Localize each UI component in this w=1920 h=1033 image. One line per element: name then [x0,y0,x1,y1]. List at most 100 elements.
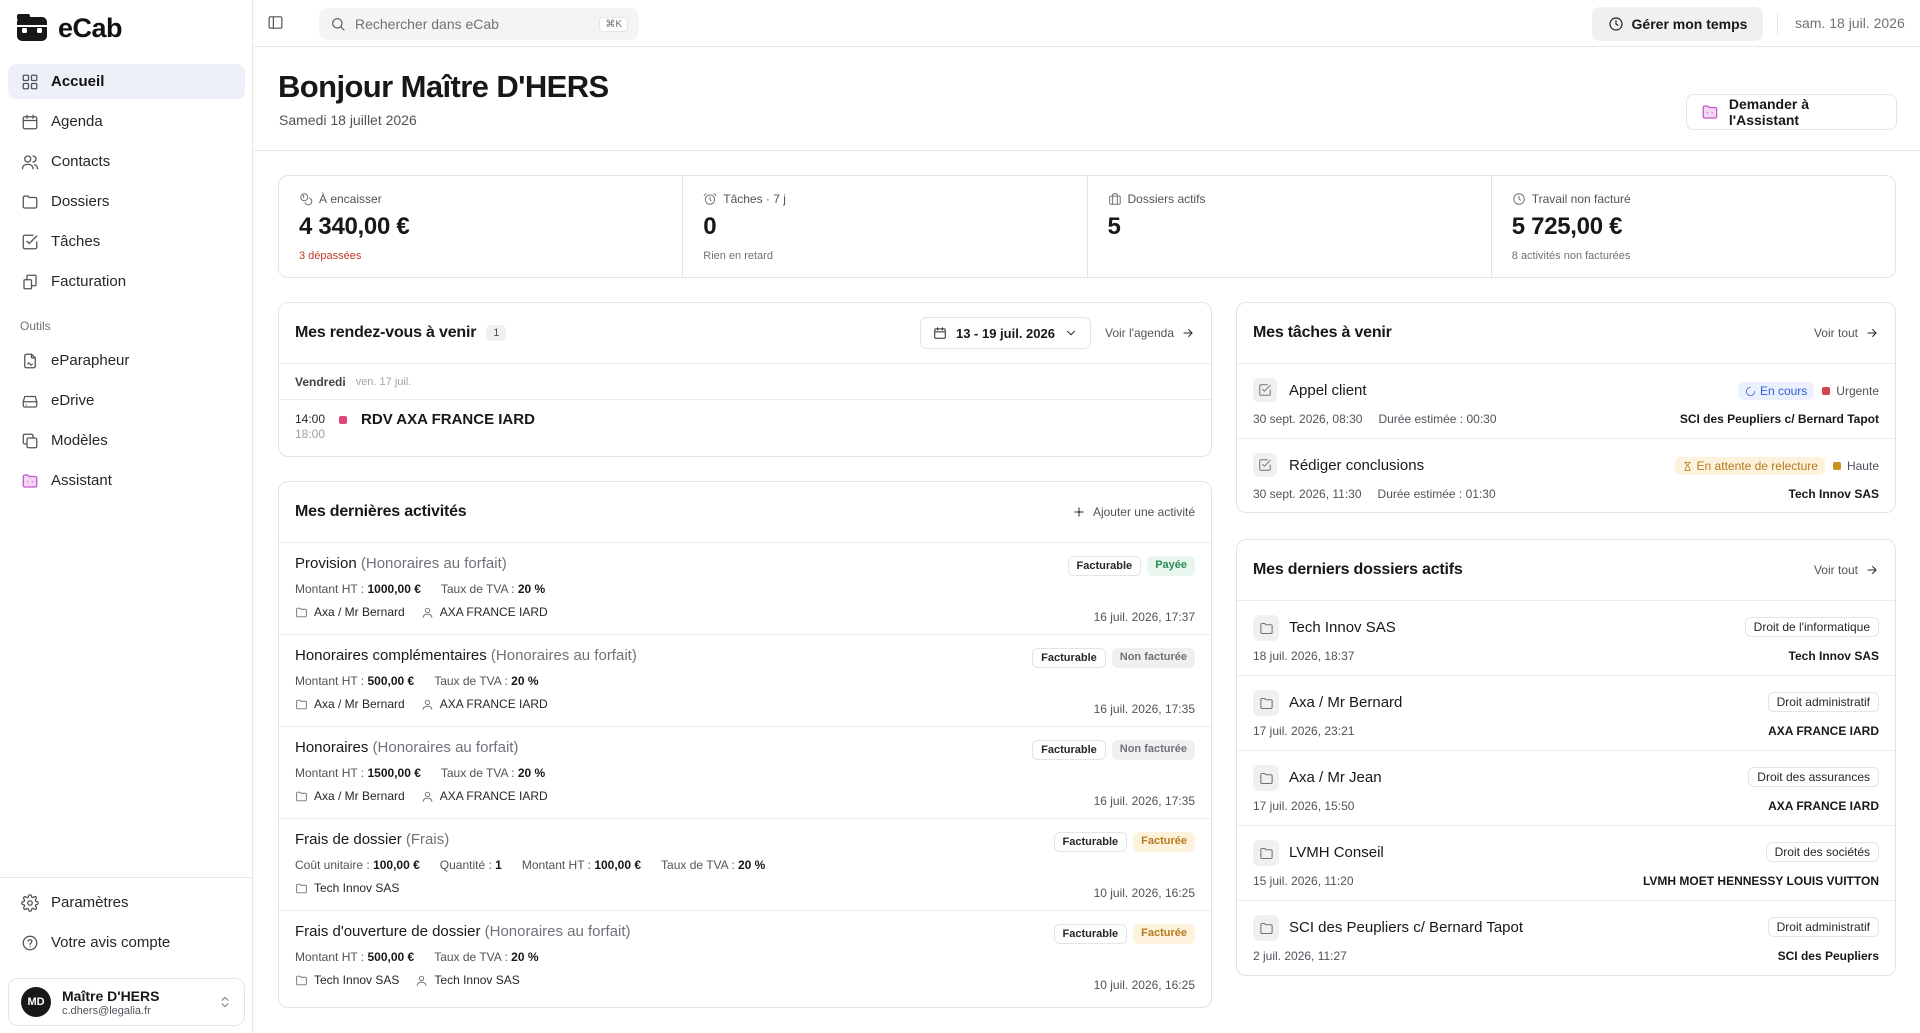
task-client: SCI des Peupliers c/ Bernard Tapot [1679,412,1879,426]
activity-dossier[interactable]: Tech Innov SAS [295,973,399,987]
billing-status-badge: Non facturée [1111,648,1195,668]
activity-client[interactable]: AXA FRANCE IARD [421,605,548,619]
activity-client[interactable]: AXA FRANCE IARD [421,789,548,803]
folder-row[interactable]: LVMH Conseil Droit des sociétés 15 juil.… [1237,826,1895,901]
activity-client[interactable]: AXA FRANCE IARD [421,697,548,711]
manage-time-button[interactable]: Gérer mon temps [1592,7,1763,41]
user-info: Maître D'HERS c.dhers@legalia.fr [62,988,159,1017]
folder-icon [296,699,307,709]
task-duration: Durée estimée : 01:30 [1377,487,1496,501]
task-priority: Urgente [1822,384,1879,398]
nav-item-edrive[interactable]: eDrive [8,383,245,418]
search-input[interactable]: Rechercher dans eCab ⌘K [319,8,639,40]
folder-icon [296,791,307,801]
meta-key: Montant HT : [295,674,365,688]
meta-value: 100,00 € [594,858,642,872]
meta-value: 1500,00 € [367,766,421,780]
brand[interactable]: eCab [16,12,123,44]
nav-item-agenda[interactable]: Agenda [8,104,245,139]
user-icon [422,607,432,618]
folder-icon [1259,922,1273,934]
add-activity-button[interactable]: Ajouter une activité [1072,505,1195,519]
sidebar-toggle-button[interactable] [267,14,284,31]
activity-date: 16 juil. 2026, 17:37 [1093,610,1195,624]
nav-item-parametres[interactable]: Paramètres [8,885,245,920]
activity-dossier[interactable]: Axa / Mr Bernard [295,789,405,803]
chevron-down-icon [1066,330,1075,336]
user-account-switcher[interactable]: MD Maître D'HERS c.dhers@legalia.fr [8,978,245,1026]
page-title: Bonjour Maître D'HERS [278,69,609,104]
activity-dossier[interactable]: Axa / Mr Bernard [295,697,405,711]
user-icon [417,975,427,986]
activity-client[interactable]: Tech Innov SAS [415,973,520,987]
nav-label: Modèles [51,432,108,449]
meta-value: 20 % [738,858,766,872]
search-placeholder: Rechercher dans eCab [355,16,499,32]
nav-label: eParapheur [51,352,130,369]
activity-badges: Facturable Non facturée [1032,648,1195,668]
stat-active-folders[interactable]: Dossiers actifs 5 [1088,176,1492,277]
activity-date: 16 juil. 2026, 17:35 [1093,794,1195,808]
folder-client: AXA FRANCE IARD [1768,724,1879,738]
card-header-actions: 13 - 19 juil. 2026 Voir l'agenda [919,317,1195,349]
nav-item-contacts[interactable]: Contacts [8,144,245,179]
hourglass-icon [1683,461,1691,471]
week-range-picker[interactable]: 13 - 19 juil. 2026 [919,317,1091,349]
activity-dossier[interactable]: Tech Innov SAS [295,881,399,895]
activity-row[interactable]: Provision (Honoraires au forfait) Montan… [279,543,1211,635]
stat-label-text: À encaisser [319,192,382,206]
ask-assistant-button[interactable]: Demander à l'Assistant [1686,94,1897,130]
nav-label: Assistant [51,472,112,489]
stat-unbilled-work[interactable]: Travail non facturé 5 725,00 € 8 activit… [1492,176,1895,277]
nav-item-modeles[interactable]: Modèles [8,423,245,458]
dossier-name: Tech Innov SAS [314,973,400,987]
folder-row[interactable]: Tech Innov SAS Droit de l'informatique 1… [1237,601,1895,676]
meta-value: 500,00 € [367,674,415,688]
card-title: Mes dernières activités [295,503,467,520]
activity-row[interactable]: Honoraires (Honoraires au forfait) Monta… [279,727,1211,819]
nav-item-eparapheur[interactable]: eParapheur [8,343,245,378]
view-agenda-link[interactable]: Voir l'agenda [1105,326,1195,340]
task-checkbox[interactable] [1253,453,1277,477]
task-checkbox[interactable] [1253,378,1277,402]
nav-item-facturation[interactable]: Facturation [8,264,245,299]
signature-icon [24,353,36,368]
activity-name: Honoraires complémentaires [295,647,487,664]
folder-row[interactable]: SCI des Peupliers c/ Bernard Tapot Droit… [1237,901,1895,975]
billable-badge: Facturable [1032,740,1106,760]
check-square-icon [1259,384,1271,396]
activity-row[interactable]: Honoraires complémentaires (Honoraires a… [279,635,1211,727]
activity-row[interactable]: Frais d'ouverture de dossier (Honoraires… [279,911,1211,1003]
folder-practice-tag: Droit administratif [1767,917,1879,937]
nav-item-taches[interactable]: Tâches [8,224,245,259]
activity-meta-item: Taux de TVA : 20 % [434,950,538,964]
folder-row[interactable]: Axa / Mr Bernard Droit administratif 17 … [1237,676,1895,751]
stat-to-collect[interactable]: À encaisser 4 340,00 € 3 dépassées [279,176,684,277]
task-row[interactable]: Rédiger conclusions En attente de relect… [1237,439,1895,512]
folder-client: LVMH MOET HENNESSY LOUIS VUITTON [1642,874,1879,888]
chevrons-up-down-icon [221,996,229,1008]
appointment-item[interactable]: 14:00 18:00 RDV AXA FRANCE IARD [279,400,1211,454]
activity-meta: Montant HT : 500,00 € Taux de TVA : 20 % [295,950,1195,964]
nav-item-accueil[interactable]: Accueil [8,64,245,99]
task-meta: 30 sept. 2026, 11:30 Durée estimée : 01:… [1253,487,1496,501]
task-row[interactable]: Appel client En cours Urgente 30 sept. 2… [1237,364,1895,439]
stat-value: 4 340,00 € [299,213,410,240]
stat-tasks-7d[interactable]: Tâches · 7 j 0 Rien en retard [683,176,1088,277]
view-all-label: Voir tout [1813,563,1858,577]
activity-row[interactable]: Frais de dossier (Frais) Coût unitaire :… [279,819,1211,911]
view-all-folders-link[interactable]: Voir tout [1814,563,1879,577]
folder-row[interactable]: Axa / Mr Jean Droit des assurances 17 ju… [1237,751,1895,826]
calendar-icon [934,327,946,339]
nav-item-assistant[interactable]: Assistant [8,463,245,498]
nav-item-feedback[interactable]: Votre avis compte [8,925,245,960]
task-status-group: En cours Urgente [1737,382,1879,400]
nav-item-dossiers[interactable]: Dossiers [8,184,245,219]
clock-icon [1513,193,1525,205]
nav-label: Dossiers [51,193,110,210]
activity-dossier[interactable]: Axa / Mr Bernard [295,605,405,619]
meta-key: Montant HT : [295,766,365,780]
nav-label: Paramètres [51,894,129,911]
view-all-tasks-link[interactable]: Voir tout [1814,326,1879,340]
nav-label: Facturation [51,273,127,290]
